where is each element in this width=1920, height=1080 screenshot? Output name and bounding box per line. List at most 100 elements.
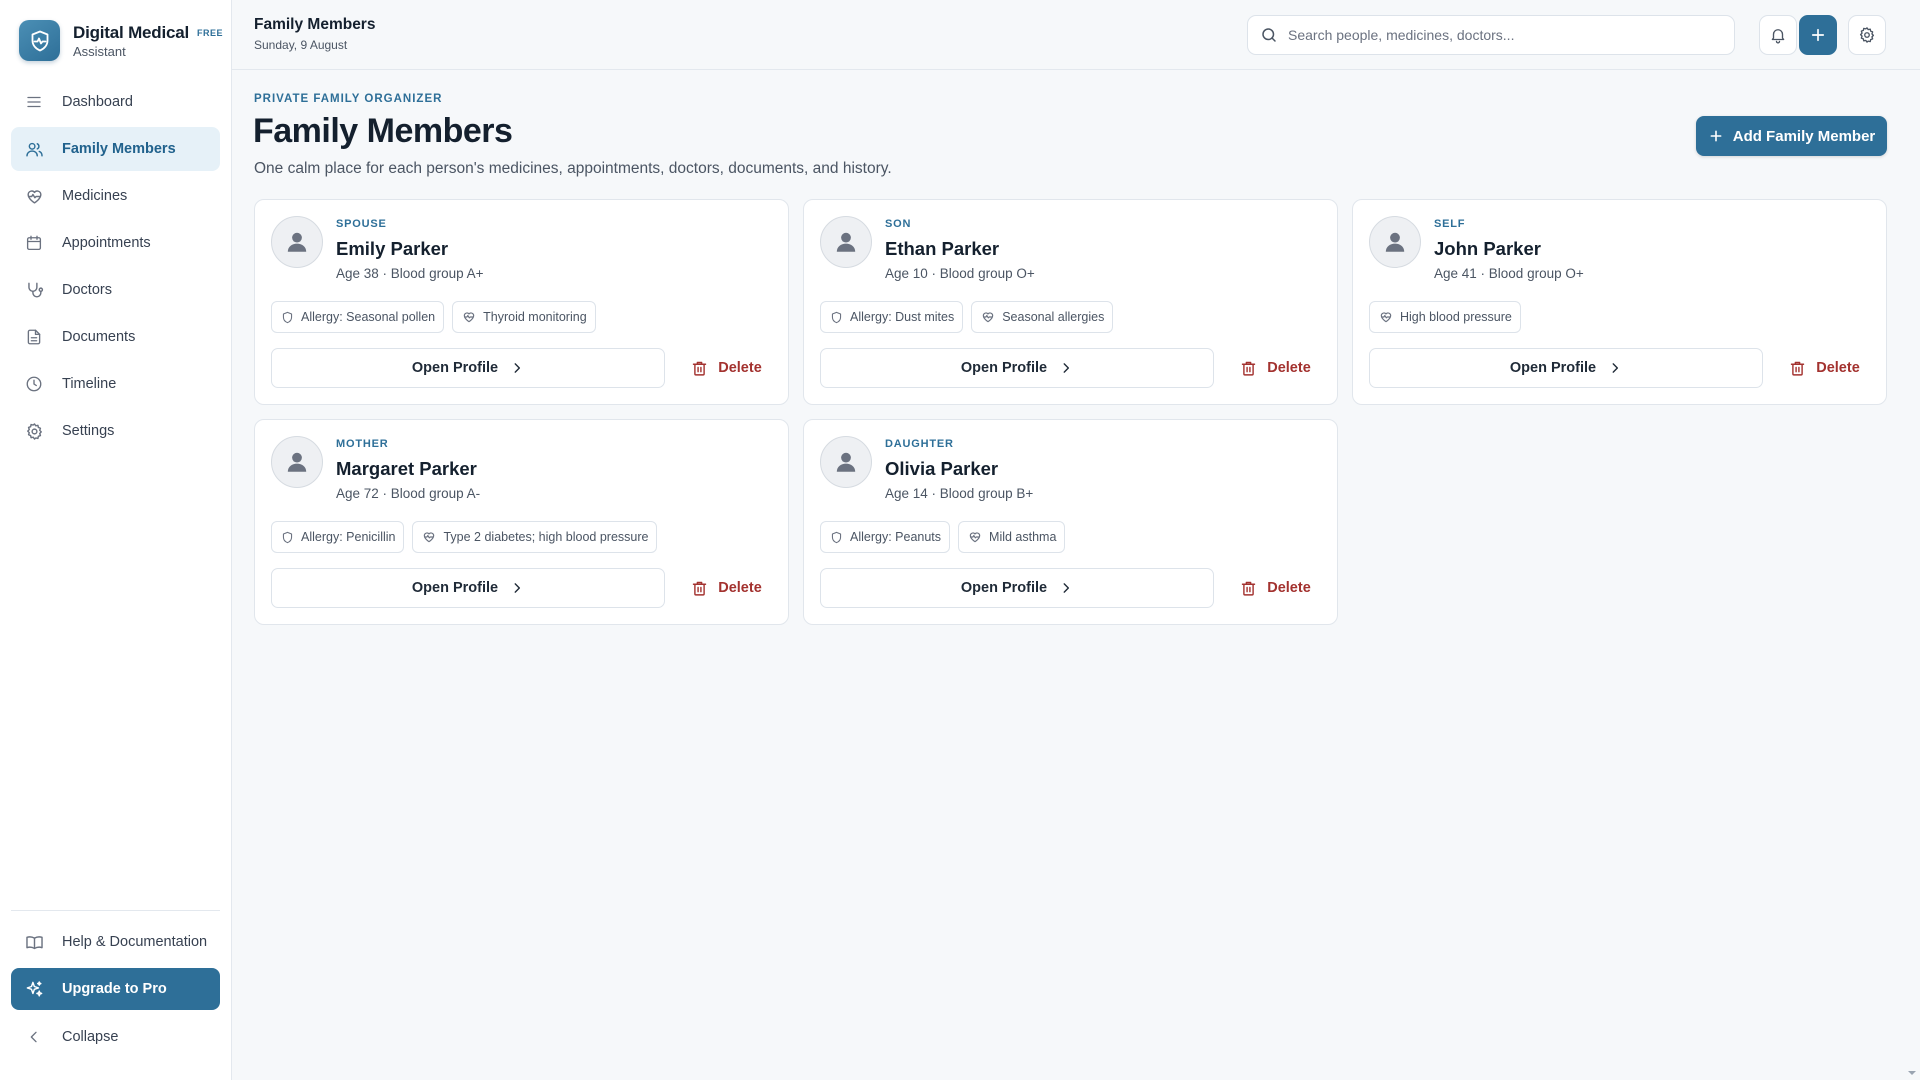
sidebar-item-label: Appointments (62, 235, 151, 251)
search-input[interactable] (1288, 27, 1708, 43)
open-profile-button[interactable]: Open Profile (820, 568, 1214, 608)
sidebar-item-label: Doctors (62, 282, 112, 298)
page-eyebrow: PRIVATE FAMILY ORGANIZER (254, 93, 443, 105)
delete-member-button[interactable]: Delete (679, 348, 774, 388)
member-name: John Parker (1434, 238, 1541, 259)
upgrade-to-pro-button[interactable]: Upgrade to Pro (11, 968, 220, 1010)
sidebar-item-label: Timeline (62, 376, 117, 392)
delete-member-button[interactable]: Delete (1228, 568, 1323, 608)
delete-member-button[interactable]: Delete (679, 568, 774, 608)
search-icon (1260, 26, 1278, 44)
member-name: Olivia Parker (885, 458, 999, 479)
member-relation: SPOUSE (336, 218, 387, 230)
sparkles-icon (24, 979, 44, 999)
health-tag-text: High blood pressure (1400, 310, 1512, 324)
member-meta: Age 38 · Blood group A+ (336, 266, 484, 281)
gear-icon (1858, 26, 1876, 44)
person-icon (284, 449, 310, 475)
delete-label: Delete (718, 580, 762, 596)
delete-member-button[interactable]: Delete (1777, 348, 1872, 388)
open-profile-label: Open Profile (411, 580, 499, 596)
family-member-card: SON Ethan Parker Age 10 · Blood group O+… (803, 199, 1338, 405)
shield-icon (281, 311, 301, 324)
calendar-icon (24, 233, 44, 253)
health-tag-text: Allergy: Seasonal pollen (301, 310, 436, 324)
quick-add-button[interactable] (1799, 15, 1837, 55)
health-tags: High blood pressure (1369, 301, 1521, 333)
open-profile-button[interactable]: Open Profile (271, 348, 665, 388)
person-icon (284, 229, 310, 255)
person-icon (833, 229, 859, 255)
open-profile-button[interactable]: Open Profile (820, 348, 1214, 388)
sidebar-footer: Help & Documentation Upgrade to Pro Coll… (11, 910, 220, 1058)
person-icon (833, 449, 859, 475)
shield-icon (830, 311, 850, 324)
collapse-sidebar-button[interactable]: Collapse (11, 1016, 220, 1058)
chevron-right-icon (1047, 361, 1073, 375)
health-tag-text: Allergy: Dust mites (850, 310, 955, 324)
sidebar-nav: Dashboard Family Members Medicines Appoi… (11, 80, 220, 456)
sidebar-item-label: Settings (62, 423, 115, 439)
delete-label: Delete (718, 360, 762, 376)
help-label: Help & Documentation (62, 934, 208, 950)
plus-icon (1708, 128, 1733, 144)
sidebar-item-label: Medicines (62, 188, 128, 204)
delete-member-button[interactable]: Delete (1228, 348, 1323, 388)
sidebar-item-medicines[interactable]: Medicines (11, 174, 220, 218)
member-name: Margaret Parker (336, 458, 477, 479)
trash-icon (691, 360, 718, 377)
family-member-card: SELF John Parker Age 41 · Blood group O+… (1352, 199, 1887, 405)
avatar (820, 216, 872, 268)
sidebar-item-appointments[interactable]: Appointments (11, 221, 220, 265)
trash-icon (691, 580, 718, 597)
page-subtitle: One calm place for each person's medicin… (254, 160, 892, 177)
sidebar: Digital Medical FREE Assistant Dashboard… (0, 0, 232, 1080)
sidebar-item-settings[interactable]: Settings (11, 409, 220, 453)
avatar (1369, 216, 1421, 268)
member-name: Emily Parker (336, 238, 449, 259)
plan-badge: FREE (197, 27, 224, 38)
sidebar-item-label: Dashboard (62, 94, 133, 110)
member-meta: Age 10 · Blood group O+ (885, 266, 1035, 281)
settings-button[interactable] (1848, 15, 1886, 55)
notifications-button[interactable] (1759, 15, 1797, 55)
search-box[interactable] (1247, 15, 1735, 55)
book-icon (24, 932, 44, 952)
chevron-right-icon (498, 581, 524, 595)
open-profile-button[interactable]: Open Profile (1369, 348, 1763, 388)
sidebar-item-documents[interactable]: Documents (11, 315, 220, 359)
delete-label: Delete (1267, 580, 1311, 596)
open-profile-label: Open Profile (960, 580, 1048, 596)
chevron-left-icon (24, 1027, 44, 1047)
sidebar-item-doctors[interactable]: Doctors (11, 268, 220, 312)
health-tag: Allergy: Penicillin (271, 521, 405, 553)
member-relation: SELF (1434, 218, 1466, 230)
help-documentation-link[interactable]: Help & Documentation (11, 923, 220, 961)
brand[interactable]: Digital Medical FREE Assistant (19, 20, 223, 61)
health-tag: Allergy: Peanuts (820, 521, 951, 553)
health-tag: Thyroid monitoring (452, 301, 596, 333)
chevron-right-icon (1596, 361, 1622, 375)
sidebar-item-timeline[interactable]: Timeline (11, 362, 220, 406)
sidebar-item-dashboard[interactable]: Dashboard (11, 80, 220, 124)
member-meta: Age 72 · Blood group A- (336, 486, 481, 501)
heart-pulse-icon (462, 310, 483, 324)
add-family-member-button[interactable]: Add Family Member (1696, 116, 1887, 156)
member-relation: MOTHER (336, 438, 389, 450)
delete-label: Delete (1267, 360, 1311, 376)
scroll-down-icon[interactable] (1907, 1068, 1917, 1078)
open-profile-button[interactable]: Open Profile (271, 568, 665, 608)
collapse-label: Collapse (62, 1029, 119, 1045)
open-profile-label: Open Profile (411, 360, 499, 376)
sidebar-item-family-members[interactable]: Family Members (11, 127, 220, 171)
health-tag: High blood pressure (1369, 301, 1521, 333)
health-tag: Mild asthma (958, 521, 1066, 553)
users-icon (24, 139, 44, 159)
chevron-right-icon (498, 361, 524, 375)
health-tags: Allergy: Peanuts Mild asthma (820, 521, 1066, 553)
member-meta: Age 41 · Blood group O+ (1434, 266, 1584, 281)
person-icon (1382, 229, 1408, 255)
open-profile-label: Open Profile (1509, 360, 1597, 376)
header-title: Family Members (254, 16, 376, 33)
family-member-card: MOTHER Margaret Parker Age 72 · Blood gr… (254, 419, 789, 625)
